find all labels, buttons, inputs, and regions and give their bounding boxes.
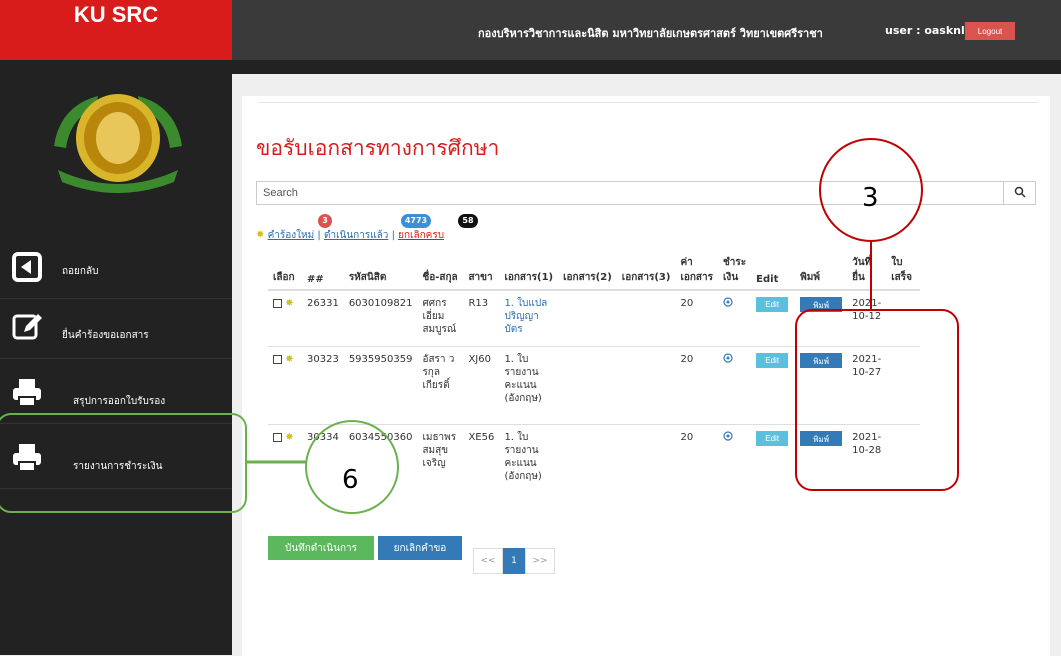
annotation-overlay: 3 6 bbox=[0, 138, 959, 514]
annotation-label-6: 6 bbox=[342, 465, 359, 495]
annotation-label-3: 3 bbox=[862, 183, 879, 213]
annotation-box-green bbox=[0, 413, 247, 513]
annotation-box-red bbox=[795, 309, 959, 491]
